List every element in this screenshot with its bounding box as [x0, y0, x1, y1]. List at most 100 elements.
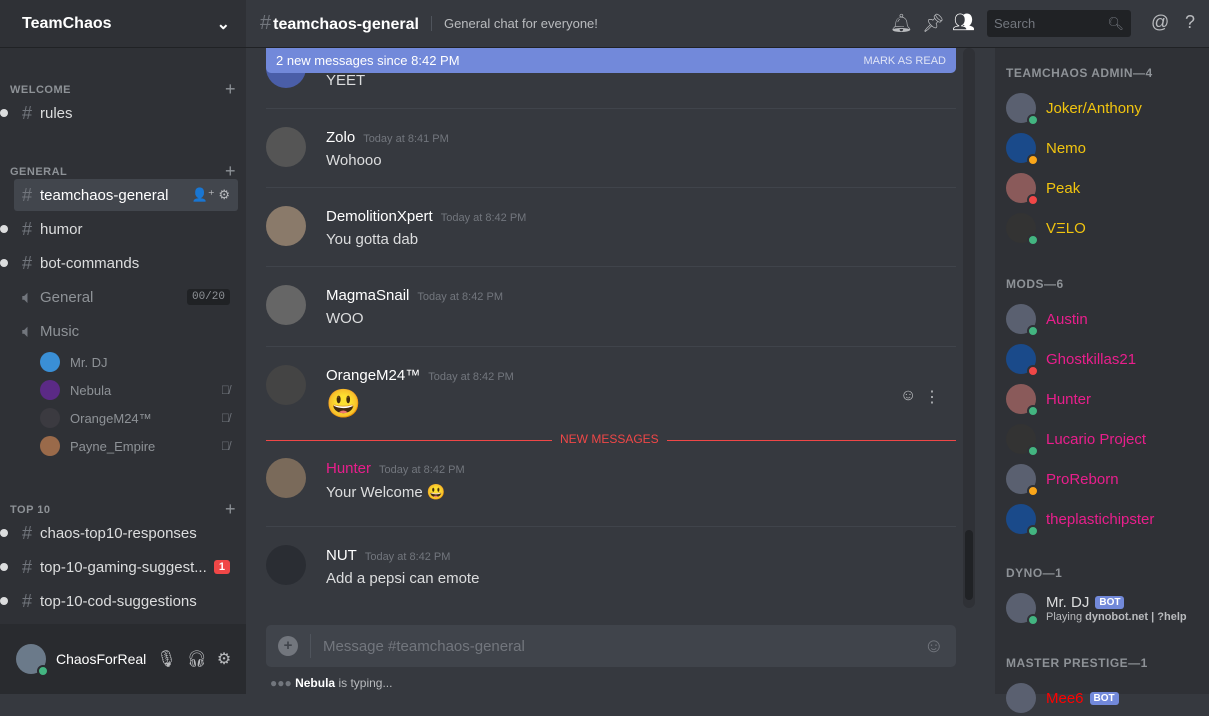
- avatar[interactable]: [266, 545, 306, 585]
- voice-user[interactable]: OrangeM24™ 🎙̸: [40, 404, 230, 432]
- avatar: [40, 380, 60, 400]
- message-input[interactable]: Message #teamchaos-general: [323, 638, 924, 655]
- member-item[interactable]: Nemo: [1006, 130, 1206, 166]
- channel-label: General: [40, 288, 94, 306]
- help-icon[interactable]: ?: [1185, 12, 1195, 33]
- voice-user-name: Nebula: [70, 382, 112, 398]
- member-item[interactable]: Peak: [1006, 170, 1206, 206]
- message-text: Wohooo: [326, 152, 382, 169]
- add-reaction-icon[interactable]: ☺: [900, 387, 916, 405]
- status-indicator: [1027, 325, 1039, 337]
- more-icon[interactable]: ⋮: [924, 387, 940, 407]
- avatar: [1006, 133, 1039, 166]
- avatar: [40, 352, 60, 372]
- activity-prefix: Playing: [1046, 610, 1086, 623]
- invite-icon[interactable]: 👤⁺: [192, 187, 215, 202]
- voice-user-name: Mr. DJ: [70, 354, 108, 370]
- author-name[interactable]: NUT: [326, 547, 357, 564]
- author-name[interactable]: Zolo: [326, 129, 355, 146]
- bot-tag: BOT: [1095, 595, 1125, 609]
- gear-icon[interactable]: ⚙: [218, 187, 230, 202]
- avatar[interactable]: [266, 365, 306, 405]
- avatar[interactable]: [16, 644, 49, 677]
- hash-icon: #: [22, 218, 33, 239]
- voice-user[interactable]: Nebula 🎙̸: [40, 376, 230, 404]
- channel-bot-commands[interactable]: # bot-commands: [0, 247, 238, 279]
- author-name[interactable]: MagmaSnail: [326, 287, 409, 304]
- muted-mic-icon: 🎙̸: [221, 383, 230, 397]
- gear-icon[interactable]: ⚙: [217, 649, 231, 669]
- member-item[interactable]: VΞLO: [1006, 210, 1206, 246]
- message-text: 😃: [326, 388, 361, 419]
- member-name: ProReborn: [1046, 470, 1119, 488]
- search-input[interactable]: Search 🔍︎: [987, 10, 1131, 37]
- speaker-icon: 🔈︎: [22, 320, 33, 341]
- microphone-icon[interactable]: 🎙︎: [156, 649, 176, 669]
- muted-mic-icon: 🎙̸: [221, 439, 230, 453]
- mentions-icon[interactable]: @: [1151, 12, 1169, 33]
- server-name: TeamChaos: [22, 14, 112, 32]
- message-text: You gotta dab: [326, 231, 419, 248]
- avatar: [1006, 504, 1039, 537]
- channel-teamchaos-general[interactable]: # teamchaos-general 👤⁺ ⚙: [14, 179, 238, 211]
- scrollbar-thumb[interactable]: [965, 530, 973, 600]
- scrollbar-track[interactable]: [963, 48, 975, 608]
- member-name: Mee6: [1046, 689, 1084, 707]
- message: NUT Today at 8:42 PM Add a pepsi can emot…: [266, 526, 956, 606]
- emoji-icon[interactable]: ☺: [924, 635, 944, 658]
- member-item[interactable]: Joker/Anthony: [1006, 90, 1206, 126]
- channel-chaos-top10-responses[interactable]: # chaos-top10-responses: [0, 517, 238, 549]
- avatar: [1006, 344, 1039, 377]
- member-item[interactable]: ProReborn: [1006, 461, 1206, 497]
- member-item[interactable]: Lucario Project: [1006, 421, 1206, 457]
- avatar[interactable]: [266, 206, 306, 246]
- timestamp: Today at 8:41 PM: [363, 133, 449, 145]
- author-name[interactable]: DemolitionXpert: [326, 208, 433, 225]
- new-messages-divider: NEW MESSAGES: [266, 432, 956, 446]
- timestamp: Today at 8:42 PM: [364, 551, 451, 563]
- status-indicator: [1027, 614, 1039, 626]
- member-item[interactable]: Austin: [1006, 301, 1206, 337]
- author-name[interactable]: Hunter: [326, 460, 371, 477]
- author-name[interactable]: OrangeM24™: [326, 367, 420, 384]
- message: Hunter Today at 8:42 PM Your Welcome 😃: [266, 440, 956, 520]
- channel-label: teamchaos-general: [40, 186, 169, 204]
- divider-label: NEW MESSAGES: [552, 432, 667, 446]
- avatar: [40, 408, 60, 428]
- channel-top-10-cod-suggestions[interactable]: # top-10-cod-suggestions: [0, 585, 238, 617]
- avatar[interactable]: [266, 127, 306, 167]
- avatar[interactable]: [266, 285, 306, 325]
- channel-label: rules: [40, 104, 73, 122]
- channel-humor[interactable]: # humor: [0, 213, 238, 245]
- upload-plus-icon[interactable]: +: [278, 636, 298, 656]
- avatar: [1006, 304, 1039, 337]
- channel-top-10-gaming-suggestions[interactable]: # top-10-gaming-suggest... 1: [0, 551, 238, 583]
- message-header: OrangeM24™ Today at 8:42 PM: [326, 367, 514, 384]
- member-name: Lucario Project: [1046, 430, 1147, 448]
- headphones-icon[interactable]: 🎧︎: [187, 649, 207, 669]
- member-item[interactable]: Hunter: [1006, 381, 1206, 417]
- voice-user[interactable]: Mr. DJ: [40, 348, 230, 376]
- status-indicator: [1027, 194, 1039, 206]
- voice-channel-music[interactable]: 🔈︎ Music: [14, 315, 238, 347]
- avatar: [1006, 93, 1039, 126]
- server-header[interactable]: TeamChaos ⌄: [0, 0, 246, 48]
- message: DemolitionXpert Today at 8:42 PM You gott…: [266, 187, 956, 267]
- voice-user-name: Payne_Empire: [70, 438, 156, 454]
- voice-channel-general[interactable]: 🔈︎ General 00/20: [14, 281, 238, 313]
- channel-rules[interactable]: # rules: [0, 97, 238, 129]
- channel-label: top-10-cod-suggestions: [40, 592, 197, 610]
- member-name: Mr. DJ: [1046, 593, 1090, 611]
- voice-user[interactable]: Payne_Empire 🎙̸: [40, 432, 230, 460]
- member-item[interactable]: Ghostkillas21: [1006, 341, 1206, 377]
- member-group-header: TEAMCHAOS ADMIN—4: [1006, 66, 1153, 80]
- avatar[interactable]: [266, 458, 306, 498]
- user-panel: ChaosForReal 🎙︎ 🎧︎ ⚙: [0, 624, 246, 694]
- member-item[interactable]: theplastichipster: [1006, 501, 1206, 537]
- new-messages-bar[interactable]: 2 new messages since 8:42 PM MARK AS READ: [266, 48, 956, 73]
- category-label: WELCOME: [10, 83, 71, 96]
- message-composer[interactable]: + Message #teamchaos-general ☺: [266, 625, 956, 667]
- mark-as-read-button[interactable]: MARK AS READ: [863, 55, 946, 67]
- member-item[interactable]: Mee6 BOT: [1006, 680, 1206, 716]
- member-item[interactable]: Mr. DJ BOT Playing dynobot.net | ?help: [1006, 590, 1206, 626]
